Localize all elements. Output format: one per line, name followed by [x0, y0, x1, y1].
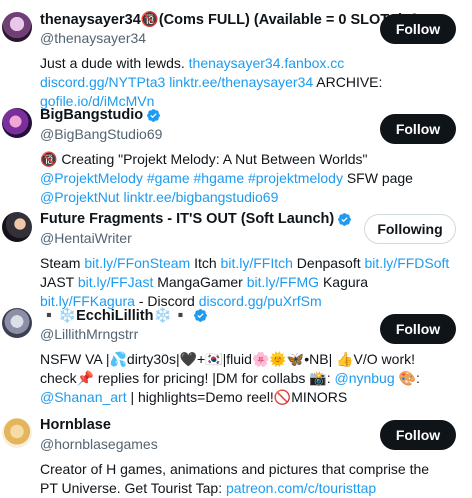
bio-text: Just a dude with lewds. [40, 55, 189, 71]
display-name[interactable]: ▪️❄️EcchiLillith❄️▪️ [40, 307, 190, 324]
avatar[interactable] [2, 308, 32, 338]
bio-link[interactable]: bit.ly/FFJast [78, 274, 153, 290]
bio-text: Denpasoft [292, 255, 365, 271]
bio-link[interactable]: #game [147, 170, 190, 186]
follow-button[interactable]: Follow [380, 14, 456, 44]
bio-text: 🎨: [394, 370, 420, 386]
bio-link[interactable]: bit.ly/FFMG [247, 274, 319, 290]
avatar[interactable] [2, 418, 32, 448]
verified-badge-icon [147, 108, 161, 122]
user-bio: NSFW VA |💦dirty30s|🖤+🇰🇷|fluid🌸🌞🦋•NB| 👍V/… [40, 350, 456, 407]
user-cell[interactable]: BigBangstudio @BigBangStudio69 🔞 Creatin… [0, 96, 472, 205]
display-name[interactable]: Future Fragments - IT'S OUT (Soft Launch… [40, 211, 334, 227]
bio-text: Kagura [319, 274, 369, 290]
user-bio: 🔞 Creating "Projekt Melody: A Nut Betwee… [40, 150, 456, 207]
bio-text: 🔞 Creating "Projekt Melody: A Nut Betwee… [40, 151, 368, 167]
follow-button[interactable]: Follow [380, 114, 456, 144]
bio-link[interactable]: @Shanan_art [40, 389, 127, 405]
bio-text: Steam [40, 255, 85, 271]
bio-link[interactable]: #projektmelody [248, 170, 343, 186]
verified-badge-icon [193, 308, 207, 322]
following-button[interactable]: Following [364, 214, 456, 244]
follow-button[interactable]: Follow [380, 420, 456, 450]
bio-link[interactable]: #hgame [194, 170, 245, 186]
bio-link[interactable]: discord.gg/NYTPta3 [40, 74, 165, 90]
user-cell[interactable]: ▪️❄️EcchiLillith❄️▪️ @LillithMrngstrr NS… [0, 296, 472, 406]
bio-text: Itch [190, 255, 221, 271]
bio-text: SFW page [342, 170, 413, 186]
bio-link[interactable]: thenaysayer34.fanbox.cc [189, 55, 345, 71]
bio-link[interactable]: bit.ly/FFDSoft [365, 255, 450, 271]
bio-text: MangaGamer [153, 274, 247, 290]
bio-link[interactable]: @ProjektMelody [40, 170, 143, 186]
bio-text: ARCHIVE: [313, 74, 383, 90]
bio-text: JAST [40, 274, 78, 290]
who-to-follow-list: thenaysayer34🔞(Coms FULL) (Available = 0… [0, 0, 472, 496]
user-bio: Creator of H games, animations and pictu… [40, 460, 456, 498]
bio-link[interactable]: bit.ly/FFItch [221, 255, 293, 271]
user-cell[interactable]: thenaysayer34🔞(Coms FULL) (Available = 0… [0, 0, 472, 109]
bio-text: | highlights=Demo reel!🚫MINORS [126, 389, 348, 405]
bio-link[interactable]: @nynbug [334, 370, 394, 386]
bio-link[interactable]: linktr.ee/thenaysayer34 [169, 74, 313, 90]
avatar[interactable] [2, 12, 32, 42]
avatar[interactable] [2, 212, 32, 242]
display-name[interactable]: Hornblase [40, 417, 111, 433]
user-cell[interactable]: Hornblase @hornblasegames Creator of H g… [0, 406, 472, 496]
bio-link[interactable]: bit.ly/FFonSteam [84, 255, 190, 271]
display-name[interactable]: BigBangstudio [40, 107, 143, 123]
avatar[interactable] [2, 108, 32, 138]
verified-badge-icon [338, 212, 352, 226]
follow-button[interactable]: Follow [380, 314, 456, 344]
display-name[interactable]: thenaysayer34🔞(Coms FULL) (Available = 0… [40, 11, 404, 28]
user-cell[interactable]: Future Fragments - IT'S OUT (Soft Launch… [0, 200, 472, 309]
